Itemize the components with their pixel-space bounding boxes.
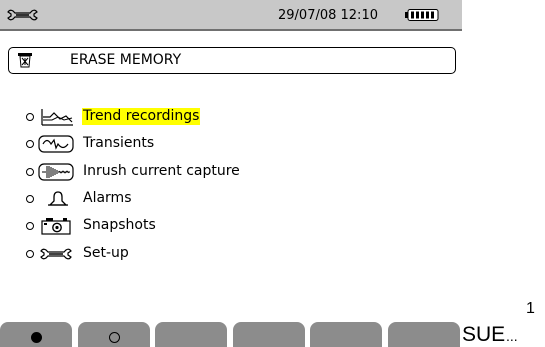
wrench-icon — [7, 9, 38, 21]
radio-bullet — [26, 168, 34, 176]
menu-item-set-up[interactable]: Set-up — [26, 243, 326, 265]
softkey-3[interactable] — [155, 322, 227, 347]
trash-icon — [18, 53, 32, 68]
hollow-circle-icon — [109, 332, 120, 343]
softkey-2[interactable] — [78, 322, 150, 347]
menu-item-label: Snapshots — [83, 217, 156, 233]
page-title-bar: ERASE MEMORY — [8, 47, 456, 74]
status-bar: 29/07/08 12:10 — [0, 0, 462, 31]
radio-bullet — [26, 222, 34, 230]
menu-item-label: Set-up — [83, 245, 129, 261]
softkey-bar — [0, 322, 462, 347]
softkey-4[interactable] — [233, 322, 305, 347]
wrench-icon — [40, 248, 72, 260]
transient-wave-icon — [38, 135, 74, 153]
softkey-6[interactable] — [388, 322, 460, 347]
bell-icon — [48, 191, 68, 206]
trend-icon — [41, 109, 73, 126]
softkey-1[interactable] — [0, 322, 72, 347]
menu-item-transients[interactable]: Transients — [26, 133, 326, 155]
menu-item-label: Trend recordings — [82, 108, 201, 125]
menu-item-label: Inrush current capture — [83, 163, 240, 179]
radio-bullet — [26, 250, 34, 258]
menu-item-snapshots[interactable]: Snapshots — [26, 215, 326, 237]
radio-bullet — [26, 140, 34, 148]
camera-icon — [41, 218, 71, 235]
radio-bullet — [26, 113, 34, 121]
battery-full-icon — [405, 9, 439, 21]
menu-item-label: Transients — [83, 135, 155, 151]
menu-item-trend-recordings[interactable]: Trend recordings — [26, 106, 326, 128]
softkey-5[interactable] — [310, 322, 382, 347]
menu-item-inrush-current-capture[interactable]: Inrush current capture — [26, 161, 326, 183]
menu-item-alarms[interactable]: Alarms — [26, 188, 326, 210]
menu-item-label: Alarms — [83, 190, 132, 206]
date-time: 29/07/08 12:10 — [278, 8, 378, 23]
external-superscript: 1 — [526, 300, 535, 317]
device-screen: 29/07/08 12:10 ERASE MEMORY Trend record… — [0, 0, 462, 347]
filled-circle-icon — [31, 332, 42, 343]
external-label: SUE — [462, 323, 506, 346]
page-title: ERASE MEMORY — [70, 52, 182, 68]
radio-bullet — [26, 195, 34, 203]
inrush-icon — [38, 163, 74, 181]
external-ellipsis: ... — [506, 328, 518, 344]
